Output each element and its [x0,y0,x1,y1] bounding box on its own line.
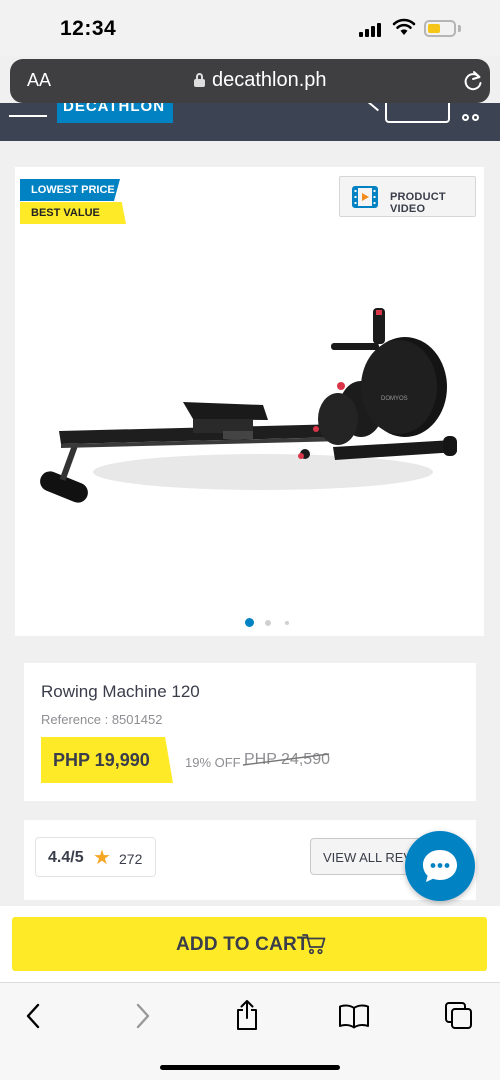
video-icon [352,186,378,208]
address-bar[interactable]: AA decathlon.ph [10,59,490,103]
strikethrough-line [243,753,329,766]
url-text[interactable]: decathlon.ph [212,69,327,92]
rowing-machine-image[interactable]: DOMYOS [33,302,463,527]
wifi-icon [392,18,416,35]
chat-button[interactable] [405,831,475,901]
text-size-button[interactable]: AA [27,70,51,91]
product-image-card: LOWEST PRICE BEST VALUE PRODUCT VIDEO DO… [15,167,484,636]
status-bar: 12:34 [0,0,500,56]
browser-toolbar [0,982,500,1080]
review-count: 272 [119,851,143,867]
product-video-label: PRODUCT VIDEO [390,191,446,215]
home-indicator [160,1065,340,1070]
current-price: PHP 19,990 [53,750,150,770]
price-tag: PHP 19,990 [41,737,173,783]
status-time: 12:34 [60,17,117,40]
rating-value: 4.4/5 [48,849,84,866]
best-value-badge: BEST VALUE [20,202,126,224]
carousel-dot[interactable] [265,620,271,626]
account-icon[interactable] [462,107,482,121]
search-input[interactable] [385,103,450,123]
bookmarks-icon[interactable] [338,1003,370,1029]
tabs-icon[interactable] [444,1001,474,1031]
add-to-cart-button[interactable]: ADD TO CART [12,917,487,971]
menu-icon[interactable] [9,115,47,117]
carousel-dot[interactable] [285,621,289,625]
lowest-price-badge: LOWEST PRICE [20,179,120,201]
chat-icon [423,850,457,882]
back-icon[interactable] [24,1001,44,1031]
decathlon-logo[interactable]: DECATHLON [57,103,173,123]
product-video-button[interactable]: PRODUCT VIDEO [339,176,476,217]
battery-icon [424,20,456,37]
share-icon[interactable] [234,999,260,1031]
reload-icon[interactable] [463,70,483,92]
product-reference: Reference : 8501452 [41,712,163,727]
site-header: DECATHLON [0,103,500,141]
carousel-dot[interactable] [245,618,254,627]
search-icon[interactable] [366,103,380,112]
star-icon: ★ [93,847,111,869]
add-to-cart-bar: ADD TO CART [0,906,500,982]
forward-icon[interactable] [133,1001,153,1031]
image-brand-text: DOMYOS [381,396,408,402]
add-to-cart-label: ADD TO CART [176,934,309,955]
cart-icon [302,934,326,955]
signal-icon [359,23,385,37]
discount-label: 19% OFF [185,755,241,770]
product-info-card: Rowing Machine 120 Reference : 8501452 P… [24,663,476,801]
rating-summary[interactable]: 4.4/5 ★ 272 [35,837,156,877]
lock-icon [194,73,205,87]
product-name: Rowing Machine 120 [41,682,200,701]
